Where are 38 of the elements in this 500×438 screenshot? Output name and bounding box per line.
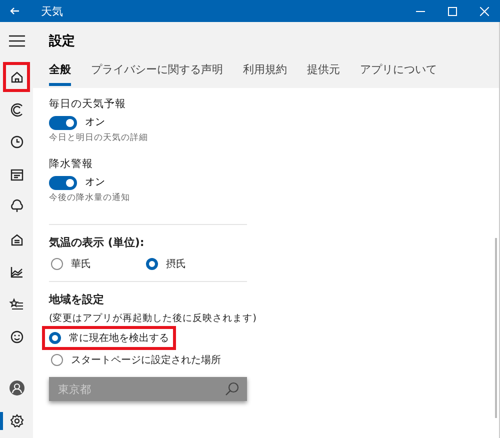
star-list-icon xyxy=(8,296,24,312)
back-arrow-icon[interactable] xyxy=(10,7,20,15)
tab[interactable]: アプリについて xyxy=(360,62,437,86)
settings-icon xyxy=(8,412,24,428)
tab[interactable]: 利用規約 xyxy=(243,62,287,86)
setting-label: 毎日の天気予報 xyxy=(49,98,127,110)
setting-caption: 今日と明日の天気の詳細 xyxy=(49,134,149,144)
tab[interactable]: 全般 xyxy=(49,62,71,86)
nav-button[interactable] xyxy=(3,62,30,92)
toggle-switch[interactable] xyxy=(49,116,77,130)
tab[interactable]: 提供元 xyxy=(307,62,340,86)
tab[interactable]: プライバシーに関する声明 xyxy=(91,62,223,86)
maximize-icon xyxy=(448,6,456,16)
setting-label: 降水警報 xyxy=(49,158,94,170)
smiley-icon xyxy=(8,329,24,345)
home-icon xyxy=(8,69,24,85)
setting-caption: 今後の降水量の通知 xyxy=(49,194,131,204)
search-icon xyxy=(225,382,239,396)
crescent-icon xyxy=(8,102,24,118)
page-title: 設定 xyxy=(49,32,75,51)
section-title: 気温の表示 (単位): xyxy=(49,236,146,250)
section-title: 地域を設定 xyxy=(49,294,105,307)
radio-option[interactable]: スタートページに設定された場所 xyxy=(49,351,247,370)
toggle-switch[interactable] xyxy=(49,176,77,190)
toggle-state-text: オン xyxy=(85,117,105,129)
window-title: 天気 xyxy=(40,4,64,18)
menu-icon xyxy=(8,35,24,47)
account-icon xyxy=(8,380,24,396)
radio-option[interactable]: 常に現在地を検出する xyxy=(45,329,173,348)
close-icon xyxy=(480,6,488,16)
calendar-icon xyxy=(8,166,24,182)
building-icon xyxy=(8,232,24,248)
radio-option[interactable]: 華氏 xyxy=(49,255,144,274)
toggle-state-text: オン xyxy=(85,177,105,189)
radio-option[interactable]: 摂氏 xyxy=(144,255,239,274)
note-text: (変更はアプリが再起動した後に反映されます) xyxy=(49,312,256,326)
clock-icon xyxy=(8,134,24,150)
line-chart-icon xyxy=(8,264,24,280)
